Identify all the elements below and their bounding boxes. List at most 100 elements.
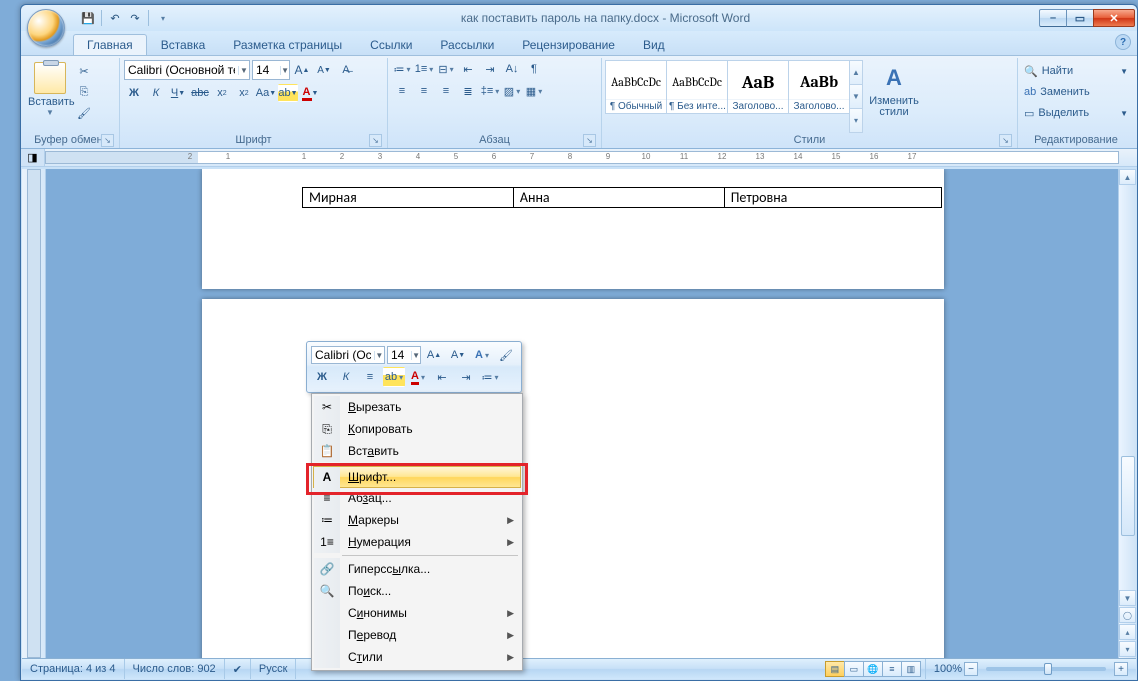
tab-review[interactable]: Рецензирование [508, 34, 629, 55]
maximize-button[interactable]: ▭ [1066, 9, 1094, 27]
mini-shrink-icon[interactable]: A▼ [447, 345, 469, 365]
show-marks-icon[interactable]: ¶ [524, 60, 544, 78]
table-cell[interactable]: Мирная [303, 188, 514, 208]
status-proofing[interactable]: ✔ [225, 659, 251, 679]
qat-save-icon[interactable]: 💾 [79, 9, 97, 27]
styles-launcher[interactable]: ↘ [999, 134, 1012, 147]
document-table[interactable]: Мирная Анна Петровна [302, 187, 942, 208]
format-painter-icon[interactable]: 🖌 [74, 104, 94, 122]
font-color-icon[interactable]: A▼ [300, 84, 320, 102]
shrink-font-icon[interactable]: A▼ [314, 61, 334, 79]
bullets-icon[interactable]: ≔ [392, 60, 412, 78]
status-language[interactable]: Русск [251, 659, 297, 679]
style-heading2[interactable]: AaBbЗаголово... [788, 60, 850, 114]
mini-size-combo[interactable]: ▼ [387, 346, 421, 364]
paragraph-launcher[interactable]: ↘ [583, 134, 596, 147]
vertical-scrollbar[interactable]: ▲ ▼ ◯ ▴ ▾ [1118, 169, 1136, 658]
ctx-hyperlink[interactable]: 🔗Гиперссылка... [314, 558, 520, 580]
change-styles-button[interactable]: A Изменить стили [865, 60, 923, 133]
borders-icon[interactable]: ▦ [524, 82, 544, 100]
zoom-value[interactable]: 100% [934, 663, 962, 675]
mini-bullets-icon[interactable]: ≔ [479, 367, 501, 387]
vertical-ruler[interactable] [22, 169, 46, 658]
mini-fontcolor-icon[interactable]: A [407, 367, 429, 387]
view-outline[interactable]: ≡ [882, 661, 902, 677]
scroll-down-icon[interactable]: ▼ [1119, 590, 1136, 606]
multilevel-icon[interactable]: ⊟ [436, 60, 456, 78]
mini-font-combo[interactable]: ▼ [311, 346, 385, 364]
clipboard-launcher[interactable]: ↘ [101, 134, 114, 147]
mini-indent-inc-icon[interactable]: ⇥ [455, 367, 477, 387]
next-page-icon[interactable]: ▾ [1119, 641, 1136, 657]
ctx-numbering[interactable]: 1≡Нумерация▶ [314, 531, 520, 553]
indent-inc-icon[interactable]: ⇥ [480, 60, 500, 78]
ctx-synonyms[interactable]: Синонимы▶ [314, 602, 520, 624]
change-case-icon[interactable]: Aa▼ [256, 84, 276, 102]
mini-bold-icon[interactable]: Ж [311, 367, 333, 387]
scroll-up-icon[interactable]: ▲ [1119, 169, 1136, 185]
tab-references[interactable]: Ссылки [356, 34, 426, 55]
tab-insert[interactable]: Вставка [147, 34, 220, 55]
mini-italic-icon[interactable]: К [335, 367, 357, 387]
mini-indent-dec-icon[interactable]: ⇤ [431, 367, 453, 387]
mini-center-icon[interactable]: ≡ [359, 367, 381, 387]
qat-undo-icon[interactable]: ↶ [106, 9, 124, 27]
help-button[interactable]: ? [1115, 34, 1131, 50]
table-row[interactable]: Мирная Анна Петровна [303, 188, 942, 208]
style-normal[interactable]: AaBbCcDc¶ Обычный [605, 60, 667, 114]
align-right-icon[interactable]: ≡ [436, 82, 456, 100]
font-name-combo[interactable]: ▼ [124, 60, 250, 80]
scroll-thumb[interactable] [1121, 456, 1135, 536]
grow-font-icon[interactable]: A▲ [292, 61, 312, 79]
italic-icon[interactable]: К [146, 84, 166, 102]
ctx-cut[interactable]: ✂Вырезать [314, 396, 520, 418]
find-button[interactable]: 🔍Найти▼ [1022, 62, 1130, 80]
copy-icon[interactable]: ⎘ [74, 83, 94, 101]
ctx-font[interactable]: AШрифт... [313, 466, 521, 488]
view-draft[interactable]: ▥ [901, 661, 921, 677]
ctx-styles[interactable]: Стили▶ [314, 646, 520, 668]
tab-mailings[interactable]: Рассылки [426, 34, 508, 55]
bold-icon[interactable]: Ж [124, 84, 144, 102]
status-page[interactable]: Страница: 4 из 4 [22, 659, 125, 679]
table-cell[interactable]: Петровна [724, 188, 941, 208]
align-center-icon[interactable]: ≡ [414, 82, 434, 100]
zoom-slider[interactable] [986, 667, 1106, 671]
tab-page-layout[interactable]: Разметка страницы [219, 34, 356, 55]
sort-icon[interactable]: A↓ [502, 60, 522, 78]
ctx-paragraph[interactable]: ≡Абзац... [314, 487, 520, 509]
qat-customize-icon[interactable] [153, 9, 171, 27]
qat-redo-icon[interactable]: ↷ [126, 9, 144, 27]
underline-icon[interactable]: Ч▼ [168, 84, 188, 102]
horizontal-ruler[interactable]: ◨ 211234567891011121314151617 [21, 149, 1137, 167]
page[interactable]: Мирная Анна Петровна [202, 169, 944, 289]
status-word-count[interactable]: Число слов: 902 [125, 659, 225, 679]
zoom-slider-thumb[interactable] [1044, 663, 1052, 675]
tab-home[interactable]: Главная [73, 34, 147, 55]
cut-icon[interactable]: ✂ [74, 62, 94, 80]
indent-dec-icon[interactable]: ⇤ [458, 60, 478, 78]
select-button[interactable]: ▭Выделить▼ [1022, 104, 1130, 122]
zoom-out-button[interactable]: − [964, 662, 978, 676]
style-heading1[interactable]: AaBЗаголово... [727, 60, 789, 114]
style-gallery[interactable]: AaBbCcDc¶ Обычный AaBbCcDc¶ Без инте... … [606, 60, 863, 133]
ctx-lookup[interactable]: 🔍Поиск... [314, 580, 520, 602]
superscript-icon[interactable]: x2 [234, 84, 254, 102]
numbering-icon[interactable]: 1≡ [414, 60, 434, 78]
replace-button[interactable]: abЗаменить [1022, 83, 1130, 101]
style-no-spacing[interactable]: AaBbCcDc¶ Без инте... [666, 60, 728, 114]
mini-styles-icon[interactable]: A [471, 345, 493, 365]
ctx-paste[interactable]: 📋Вставить [314, 440, 520, 462]
align-left-icon[interactable]: ≡ [392, 82, 412, 100]
close-button[interactable]: ✕ [1093, 9, 1135, 27]
justify-icon[interactable]: ≣ [458, 82, 478, 100]
browse-object-icon[interactable]: ◯ [1119, 607, 1136, 623]
office-button[interactable] [27, 9, 65, 47]
table-cell[interactable]: Анна [513, 188, 724, 208]
ctx-copy[interactable]: ⎘Копировать [314, 418, 520, 440]
ruler-corner[interactable]: ◨ [21, 149, 45, 166]
view-full-screen[interactable]: ▭ [844, 661, 864, 677]
ctx-bullets[interactable]: ≔Маркеры▶ [314, 509, 520, 531]
font-size-combo[interactable]: ▼ [252, 60, 290, 80]
zoom-in-button[interactable]: + [1114, 662, 1128, 676]
